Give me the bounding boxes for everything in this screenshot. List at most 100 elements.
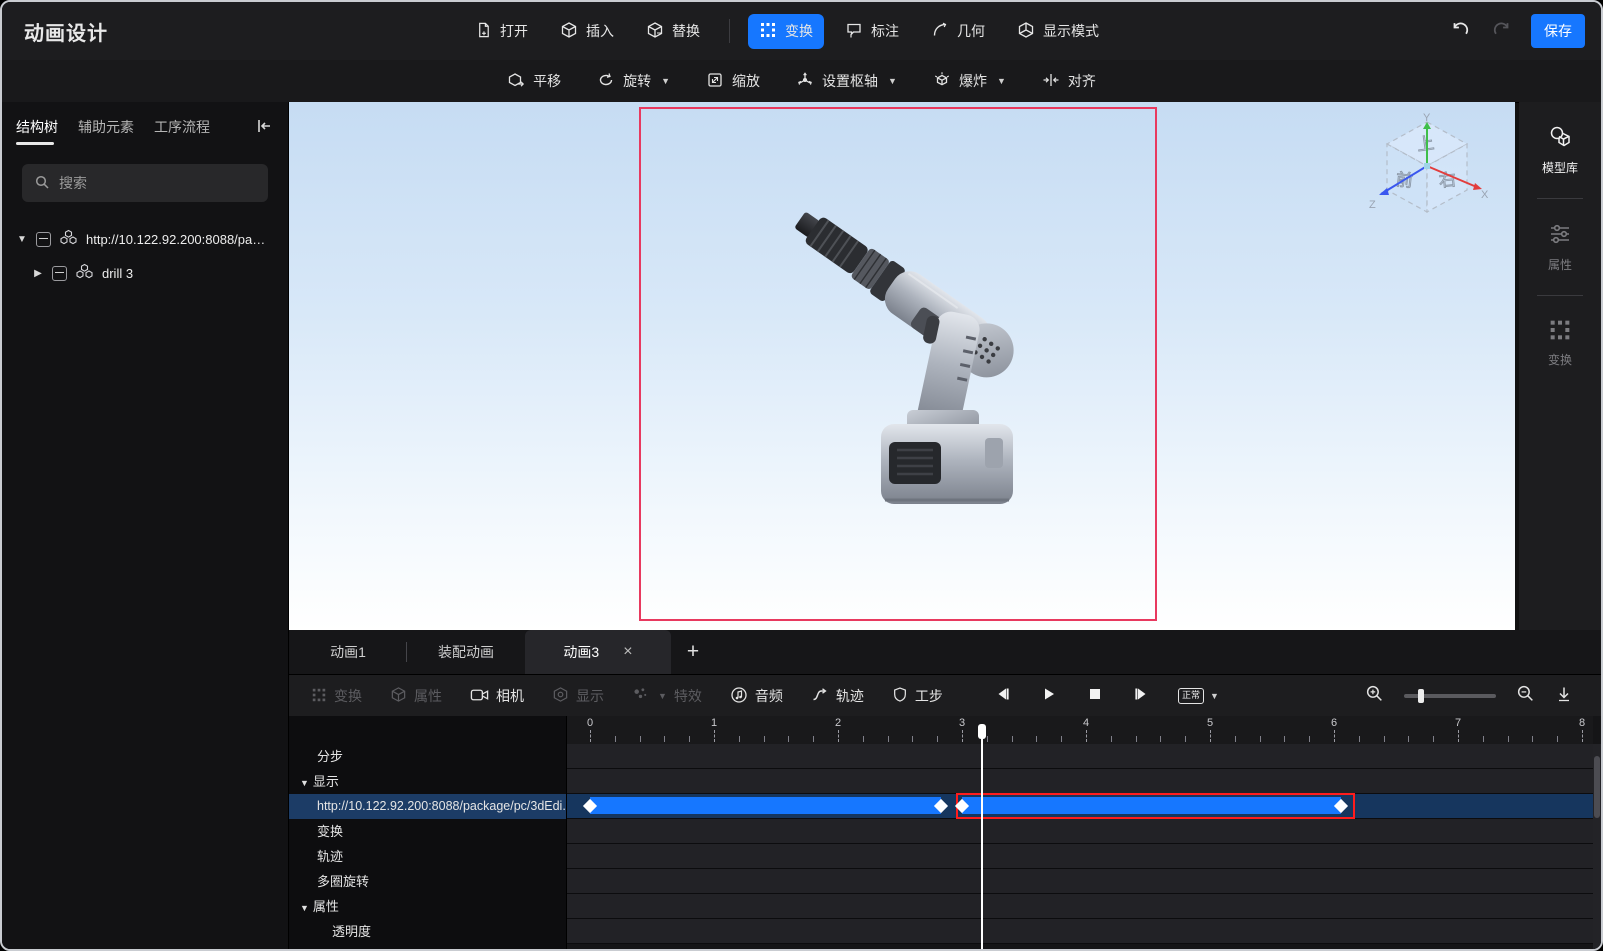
caret-down-icon[interactable]: ▼ [300,778,309,788]
caret-down-icon[interactable]: ▼ [300,903,309,913]
rotate-dropdown-caret[interactable]: ▼ [661,76,670,86]
display-mode-button[interactable]: 显示模式 [1006,14,1110,49]
step-backward-button[interactable] [994,685,1012,708]
undo-button[interactable] [1447,18,1473,44]
navcube-axis-z: Z [1369,199,1376,211]
tab-process-flow[interactable]: 工序流程 [154,103,210,151]
rotate-label: 旋转 [623,73,652,89]
track-label-trajectory[interactable]: 轨迹 [289,844,566,869]
visibility-checkbox-indeterminate[interactable] [36,231,51,247]
scale-button[interactable]: 缩放 [706,71,760,92]
tab-structure-tree[interactable]: 结构树 [16,103,58,151]
timeline-tab-anim3[interactable]: 动画3 × [525,630,671,674]
set-pivot-button[interactable]: 设置枢轴 ▼ [796,71,897,92]
track-row[interactable] [567,844,1593,869]
keyframe-segment[interactable] [590,797,941,814]
track-row[interactable] [567,869,1593,894]
kf-step-button[interactable]: 工步 [892,686,943,706]
kf-camera-label: 相机 [496,688,524,704]
annotate-button[interactable]: 标注 [834,14,910,49]
geometry-button[interactable]: 几何 [920,14,996,49]
caret-down-icon[interactable]: ▼ [16,234,28,245]
playback-controls: 正常 ▼ [994,675,1219,717]
effects-dropdown-caret[interactable]: ▼ [658,691,667,701]
timeline-ruler[interactable]: 0 1 2 3 4 5 6 7 8 [567,716,1593,745]
app-title: 动画设计 [24,23,108,45]
right-dock: 模型库 属性 变换 [1519,102,1601,630]
close-tab-icon[interactable]: × [623,644,632,660]
track-label-object-url[interactable]: http://10.122.92.200:8088/package/pc/3dE… [289,794,566,819]
zoom-in-icon[interactable] [1365,684,1384,708]
timeline-tab-assembly[interactable]: 装配动画 [407,630,525,674]
track-label-opacity[interactable]: 透明度 [289,919,566,944]
track-row[interactable] [567,744,1593,769]
caret-right-icon[interactable]: ▶ [32,268,44,279]
keyframe-lane[interactable] [567,793,1593,819]
set-pivot-label: 设置枢轴 [822,73,879,89]
open-button[interactable]: 打开 [464,14,539,49]
timeline-tabs: 动画1 装配动画 动画3 × + [289,630,1601,674]
kf-display-button[interactable]: 显示 [552,686,604,706]
top-bar: 动画设计 打开 插入 替换 变换 标注 几何 显示模式 保存 [2,2,1601,60]
viewport-3d[interactable]: 上 前 右 Y X Z [289,102,1515,630]
track-row[interactable] [567,894,1593,919]
pan-button[interactable]: 平移 [507,71,561,92]
kf-audio-button[interactable]: 音频 [730,686,783,707]
kf-transform-button[interactable]: 变换 [311,686,362,706]
playhead[interactable] [977,724,986,949]
zoom-out-icon[interactable] [1516,684,1535,708]
drill-model[interactable] [789,194,1029,539]
zoom-slider-knob[interactable] [1418,689,1424,703]
search-input[interactable]: 搜索 [22,164,268,202]
track-label-display-group[interactable]: ▼ 显示 [289,769,566,794]
rotate-button[interactable]: 旋转 ▼ [597,71,670,92]
explode-button[interactable]: 爆炸 ▼ [933,71,1006,92]
ruler-tick [1433,736,1435,742]
track-label-transform[interactable]: 变换 [289,819,566,844]
navigation-cube[interactable]: 上 前 右 Y X Z [1367,112,1489,227]
track-label-multiturn[interactable]: 多圈旋转 [289,869,566,894]
tab-auxiliary-elements[interactable]: 辅助元素 [78,103,134,151]
ruler-tick [614,736,616,742]
track-label-steps[interactable]: 分步 [289,744,566,769]
replace-button[interactable]: 替换 [635,14,711,49]
explode-dropdown-caret[interactable]: ▼ [997,76,1006,86]
add-animation-tab-button[interactable]: + [671,630,715,674]
timeline-zoom-slider[interactable] [1404,689,1496,703]
timeline-tab-anim1[interactable]: 动画1 [289,630,407,674]
dock-transform[interactable]: 变换 [1548,312,1572,374]
collapse-panel-button[interactable] [254,116,274,139]
save-button[interactable]: 保存 [1531,14,1585,48]
kf-effects-button[interactable]: ▼ 特效 [632,686,702,706]
timeline-vertical-scrollbar[interactable] [1593,744,1601,949]
play-button[interactable] [1040,685,1058,708]
track-row[interactable] [567,769,1593,794]
playhead-handle[interactable] [977,724,986,739]
tree-item-package[interactable]: ▼ http://10.122.92.200:8088/pack... [2,222,288,256]
kf-camera-button[interactable]: 相机 [470,686,524,706]
export-download-icon[interactable] [1555,685,1573,708]
step-forward-button[interactable] [1132,685,1150,708]
redo-button[interactable] [1489,18,1515,44]
timeline-tracks[interactable]: 0 1 2 3 4 5 6 7 8 [566,716,1601,949]
playback-speed-button[interactable]: 正常 ▼ [1178,688,1219,704]
dock-properties-label: 属性 [1547,258,1572,272]
track-row[interactable] [567,919,1593,944]
dock-properties[interactable]: 属性 [1547,215,1573,279]
kf-property-button[interactable]: 属性 [390,686,442,706]
tree-item-drill3[interactable]: ▶ drill 3 [2,256,288,290]
track-label-property-group[interactable]: ▼ 属性 [289,894,566,919]
scrollbar-thumb[interactable] [1594,756,1600,818]
visibility-checkbox-indeterminate[interactable] [52,265,67,281]
ruler-second-label: 2 [834,717,842,729]
dock-model-library[interactable]: 模型库 [1542,118,1578,182]
transform-grid-icon [759,21,777,42]
set-pivot-dropdown-caret[interactable]: ▼ [888,76,897,86]
align-button[interactable]: 对齐 [1042,71,1096,92]
stop-button[interactable] [1086,685,1104,708]
kf-track-button[interactable]: 轨迹 [811,686,864,706]
track-row[interactable] [567,819,1593,844]
transform-mode-button[interactable]: 变换 [748,13,824,49]
keyframe-selection-box [956,793,1356,819]
insert-button[interactable]: 插入 [549,14,625,49]
